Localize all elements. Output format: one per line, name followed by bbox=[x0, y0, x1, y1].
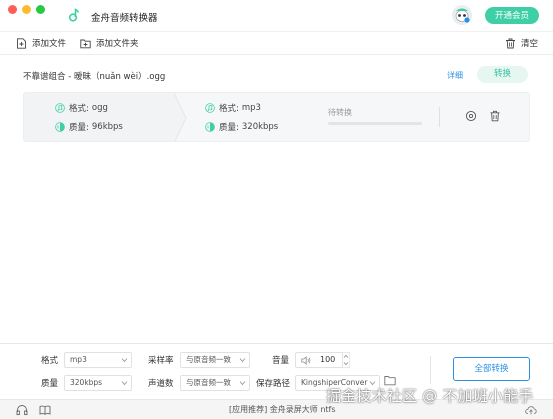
add-file-button[interactable]: 添加文件 bbox=[16, 36, 66, 50]
add-folder-button[interactable]: 添加文件夹 bbox=[80, 36, 139, 50]
volume-value: 100 bbox=[320, 355, 336, 364]
headphones-icon[interactable] bbox=[16, 404, 28, 416]
quality-icon bbox=[55, 122, 65, 132]
settings-divider bbox=[430, 356, 431, 384]
add-file-label: 添加文件 bbox=[32, 39, 67, 49]
target-quality-row[interactable]: 质量: 320kbps bbox=[205, 121, 278, 133]
conversion-progress-bar bbox=[328, 122, 422, 125]
file-name: 不靠谱组合 - 暧昧（nuǎn wèi）.ogg bbox=[23, 72, 166, 82]
target-format-row[interactable]: 格式: mp3 bbox=[205, 102, 261, 114]
target-format-value: mp3 bbox=[241, 103, 261, 113]
file-list: 不靠谱组合 - 暧昧（nuǎn wèi）.ogg 详细 转换 格式: ogg 质… bbox=[0, 56, 553, 343]
channels-label: 声道数 bbox=[148, 379, 174, 389]
conversion-status: 待转换 bbox=[328, 108, 352, 117]
trash-icon bbox=[506, 38, 515, 48]
app-title: 金舟音频转换器 bbox=[91, 13, 158, 24]
format-select[interactable]: mp3 bbox=[64, 352, 132, 368]
music-note-icon bbox=[205, 103, 215, 113]
channels-select-value: 与原音频一致 bbox=[186, 378, 231, 387]
book-icon[interactable] bbox=[39, 404, 51, 416]
volume-stepper-icon[interactable] bbox=[342, 352, 350, 368]
chevron-down-icon bbox=[121, 381, 128, 386]
save-path-label: 保存路径 bbox=[256, 379, 291, 389]
volume-label: 音量 bbox=[272, 356, 290, 366]
source-quality-value: 96kbps bbox=[91, 122, 123, 132]
toolbar: 添加文件 添加文件夹 清空 bbox=[0, 31, 553, 55]
chevron-down-icon bbox=[121, 358, 128, 363]
sample-rate-select[interactable]: 与原音频一致 bbox=[180, 352, 250, 368]
target-quality-value: 320kbps bbox=[241, 122, 279, 132]
arrow-divider-icon bbox=[164, 93, 187, 141]
source-info-block bbox=[24, 93, 174, 141]
app-logo-icon bbox=[68, 8, 80, 22]
source-quality-label: 质量: bbox=[69, 123, 89, 133]
chevron-down-icon bbox=[239, 358, 246, 363]
card-divider bbox=[439, 107, 440, 127]
sample-rate-select-value: 与原音频一致 bbox=[186, 355, 231, 364]
close-window-button[interactable] bbox=[8, 5, 17, 14]
speaker-icon bbox=[301, 356, 311, 365]
add-file-icon bbox=[17, 37, 26, 49]
quality-label: 质量 bbox=[41, 379, 59, 389]
source-format-row: 格式: ogg bbox=[55, 102, 108, 114]
title-bar: 金舟音频转换器 开通会员 bbox=[0, 0, 553, 31]
maximize-window-button[interactable] bbox=[36, 5, 45, 14]
convert-all-button[interactable]: 全部转换 bbox=[453, 357, 530, 381]
vip-button[interactable]: 开通会员 bbox=[485, 7, 539, 24]
target-format-label: 格式: bbox=[219, 104, 239, 114]
minimize-window-button[interactable] bbox=[22, 5, 31, 14]
music-note-icon bbox=[55, 103, 65, 113]
clear-button[interactable]: 清空 bbox=[505, 36, 538, 50]
add-folder-icon bbox=[80, 39, 91, 48]
sample-rate-label: 采样率 bbox=[148, 356, 174, 366]
delete-trash-icon[interactable] bbox=[489, 110, 501, 122]
format-select-value: mp3 bbox=[70, 355, 87, 364]
source-quality-row: 质量: 96kbps bbox=[55, 121, 123, 133]
clear-label: 清空 bbox=[521, 39, 539, 49]
app-recommendation[interactable]: [应用推荐] 金舟录屏大师 ntfs bbox=[229, 404, 336, 415]
avatar-icon bbox=[452, 5, 472, 25]
add-folder-label: 添加文件夹 bbox=[96, 39, 139, 49]
format-label: 格式 bbox=[41, 356, 59, 366]
quality-select[interactable]: 320kbps bbox=[64, 375, 132, 391]
source-format-label: 格式: bbox=[69, 104, 89, 114]
volume-input[interactable]: 100 bbox=[295, 352, 343, 368]
detail-link[interactable]: 详细 bbox=[447, 70, 463, 81]
watermark: 掘金技术社区 @ 不加班小能手 bbox=[326, 387, 534, 405]
chevron-down-icon bbox=[239, 381, 246, 386]
settings-gear-icon[interactable] bbox=[465, 110, 477, 122]
quality-icon bbox=[205, 122, 215, 132]
user-avatar[interactable] bbox=[452, 5, 472, 25]
channels-select[interactable]: 与原音频一致 bbox=[180, 375, 250, 391]
convert-button[interactable]: 转换 bbox=[477, 66, 528, 83]
file-item-card: 格式: ogg 质量: 96kbps 格式: mp3 质量: 320kbps 待… bbox=[23, 92, 530, 142]
source-format-value: ogg bbox=[91, 103, 108, 113]
target-quality-label: 质量: bbox=[219, 123, 239, 133]
quality-select-value: 320kbps bbox=[70, 378, 103, 387]
